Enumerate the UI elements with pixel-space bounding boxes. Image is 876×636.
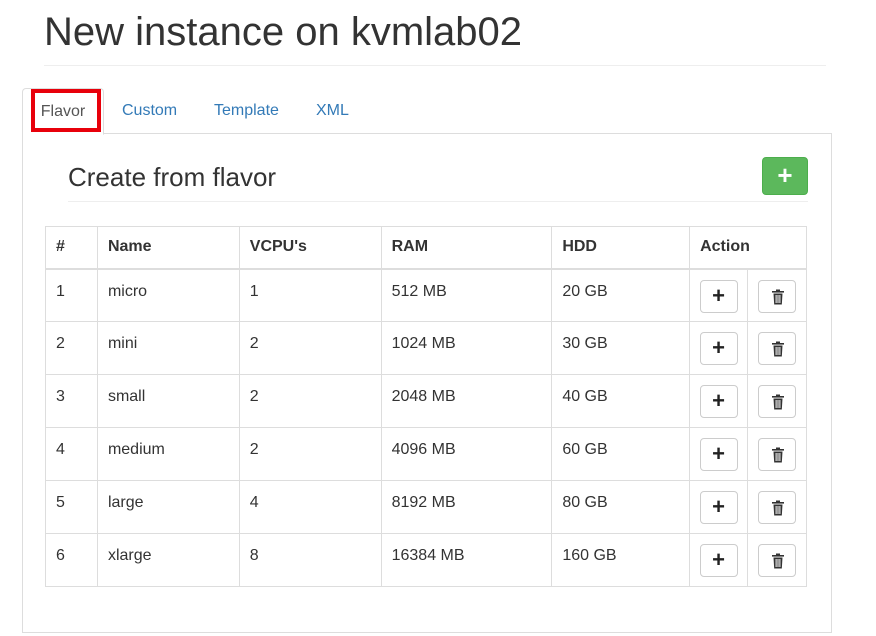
trash-icon bbox=[772, 289, 785, 304]
table-row: 3 small 2 2048 MB 40 GB + bbox=[45, 374, 807, 428]
cell-number: 6 bbox=[45, 533, 98, 587]
create-instance-button[interactable]: + bbox=[699, 491, 738, 524]
column-header-name: Name bbox=[96, 226, 240, 270]
page: New instance on kvmlab02 Flavor Custom T… bbox=[0, 0, 876, 636]
column-header-action: Action bbox=[689, 226, 807, 270]
page-title: New instance on kvmlab02 bbox=[44, 10, 523, 54]
delete-flavor-button[interactable] bbox=[758, 491, 797, 524]
delete-flavor-button[interactable] bbox=[758, 438, 797, 471]
tab-flavor[interactable]: Flavor bbox=[22, 88, 104, 135]
trash-icon bbox=[772, 394, 785, 410]
flavor-table: # Name VCPU's RAM HDD Action 1 micro 1 5… bbox=[45, 226, 807, 587]
create-instance-button[interactable]: + bbox=[699, 332, 738, 365]
create-instance-button[interactable]: + bbox=[699, 544, 738, 577]
table-row: 5 large 4 8192 MB 80 GB + bbox=[45, 480, 807, 534]
table-header-row: # Name VCPU's RAM HDD Action bbox=[45, 226, 807, 270]
create-instance-button[interactable]: + bbox=[699, 438, 738, 471]
cell-name: medium bbox=[96, 427, 240, 481]
cell-action-delete bbox=[747, 480, 807, 534]
cell-number: 2 bbox=[45, 321, 98, 375]
cell-number: 1 bbox=[45, 268, 98, 322]
cell-name: mini bbox=[96, 321, 240, 375]
cell-name: large bbox=[96, 480, 240, 534]
cell-name: small bbox=[96, 374, 240, 428]
trash-icon bbox=[772, 553, 785, 569]
create-instance-button[interactable]: + bbox=[699, 279, 738, 313]
cell-action-delete bbox=[747, 321, 807, 375]
delete-flavor-button[interactable] bbox=[758, 544, 797, 577]
cell-hdd: 40 GB bbox=[551, 374, 691, 428]
table-row: 1 micro 1 512 MB 20 GB + bbox=[45, 268, 807, 322]
cell-action-create: + bbox=[689, 533, 749, 587]
cell-action-delete bbox=[747, 427, 807, 481]
table-body: 1 micro 1 512 MB 20 GB + 2 mini 2 1024 M… bbox=[45, 268, 807, 587]
cell-action-create: + bbox=[689, 427, 749, 481]
cell-hdd: 80 GB bbox=[551, 480, 691, 534]
table-row: 6 xlarge 8 16384 MB 160 GB + bbox=[45, 533, 807, 587]
cell-ram: 2048 MB bbox=[380, 374, 553, 428]
cell-vcpus: 4 bbox=[238, 480, 382, 534]
trash-icon bbox=[772, 447, 785, 463]
cell-action-create: + bbox=[689, 268, 749, 322]
cell-hdd: 30 GB bbox=[551, 321, 691, 375]
column-header-number: # bbox=[45, 226, 98, 270]
cell-vcpus: 2 bbox=[238, 427, 382, 481]
tab-xml[interactable]: XML bbox=[316, 88, 350, 134]
title-divider bbox=[44, 65, 826, 66]
cell-ram: 1024 MB bbox=[380, 321, 553, 375]
cell-name: micro bbox=[96, 268, 240, 322]
table-row: 2 mini 2 1024 MB 30 GB + bbox=[45, 321, 807, 375]
tab-bar: Flavor Custom Template XML bbox=[22, 88, 832, 135]
trash-icon bbox=[772, 500, 785, 516]
table-row: 4 medium 2 4096 MB 60 GB + bbox=[45, 427, 807, 481]
cell-ram: 16384 MB bbox=[380, 533, 553, 587]
cell-hdd: 160 GB bbox=[551, 533, 691, 587]
cell-ram: 8192 MB bbox=[380, 480, 553, 534]
cell-action-delete bbox=[747, 374, 807, 428]
column-header-vcpus: VCPU's bbox=[238, 226, 382, 270]
cell-action-create: + bbox=[689, 321, 749, 375]
cell-vcpus: 8 bbox=[238, 533, 382, 587]
cell-name: xlarge bbox=[96, 533, 240, 587]
cell-vcpus: 2 bbox=[238, 321, 382, 375]
cell-hdd: 60 GB bbox=[551, 427, 691, 481]
cell-ram: 512 MB bbox=[380, 268, 553, 322]
column-header-hdd: HDD bbox=[551, 226, 691, 270]
tab-custom[interactable]: Custom bbox=[122, 88, 177, 134]
cell-number: 5 bbox=[45, 480, 98, 534]
cell-hdd: 20 GB bbox=[551, 268, 691, 322]
section-title: Create from flavor bbox=[68, 162, 277, 192]
cell-action-create: + bbox=[689, 374, 749, 428]
delete-flavor-button[interactable] bbox=[758, 332, 797, 365]
cell-action-delete bbox=[747, 533, 807, 587]
cell-number: 3 bbox=[45, 374, 98, 428]
tab-template[interactable]: Template bbox=[214, 88, 279, 134]
delete-flavor-button[interactable] bbox=[758, 385, 797, 418]
add-flavor-button[interactable]: + bbox=[762, 157, 808, 195]
cell-number: 4 bbox=[45, 427, 98, 481]
cell-vcpus: 2 bbox=[238, 374, 382, 428]
create-instance-button[interactable]: + bbox=[699, 385, 738, 418]
trash-icon bbox=[772, 341, 785, 357]
column-header-ram: RAM bbox=[380, 226, 553, 270]
cell-action-delete bbox=[747, 268, 807, 322]
section-divider bbox=[68, 201, 808, 202]
cell-ram: 4096 MB bbox=[380, 427, 553, 481]
delete-flavor-button[interactable] bbox=[758, 279, 797, 313]
cell-vcpus: 1 bbox=[238, 268, 382, 322]
cell-action-create: + bbox=[689, 480, 749, 534]
